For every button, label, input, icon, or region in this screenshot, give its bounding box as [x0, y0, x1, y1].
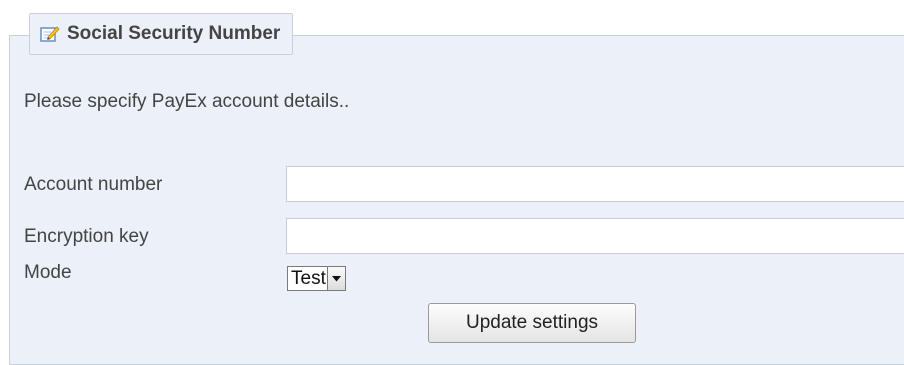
update-settings-button[interactable]: Update settings [428, 303, 636, 343]
mode-select[interactable]: Test [287, 266, 346, 291]
intro-text: Please specify PayEx account details.. [24, 91, 350, 112]
account-number-input[interactable] [286, 166, 904, 202]
fieldset-legend: Social Security Number [29, 13, 294, 55]
account-number-label: Account number [24, 174, 163, 195]
dropdown-arrow-icon[interactable] [326, 267, 345, 290]
fieldset-title: Social Security Number [67, 23, 281, 44]
encryption-key-input[interactable] [286, 218, 904, 254]
encryption-key-label: Encryption key [24, 226, 149, 247]
mode-selected-value: Test [291, 268, 326, 289]
mode-label: Mode [24, 262, 72, 283]
edit-note-icon [40, 25, 60, 43]
